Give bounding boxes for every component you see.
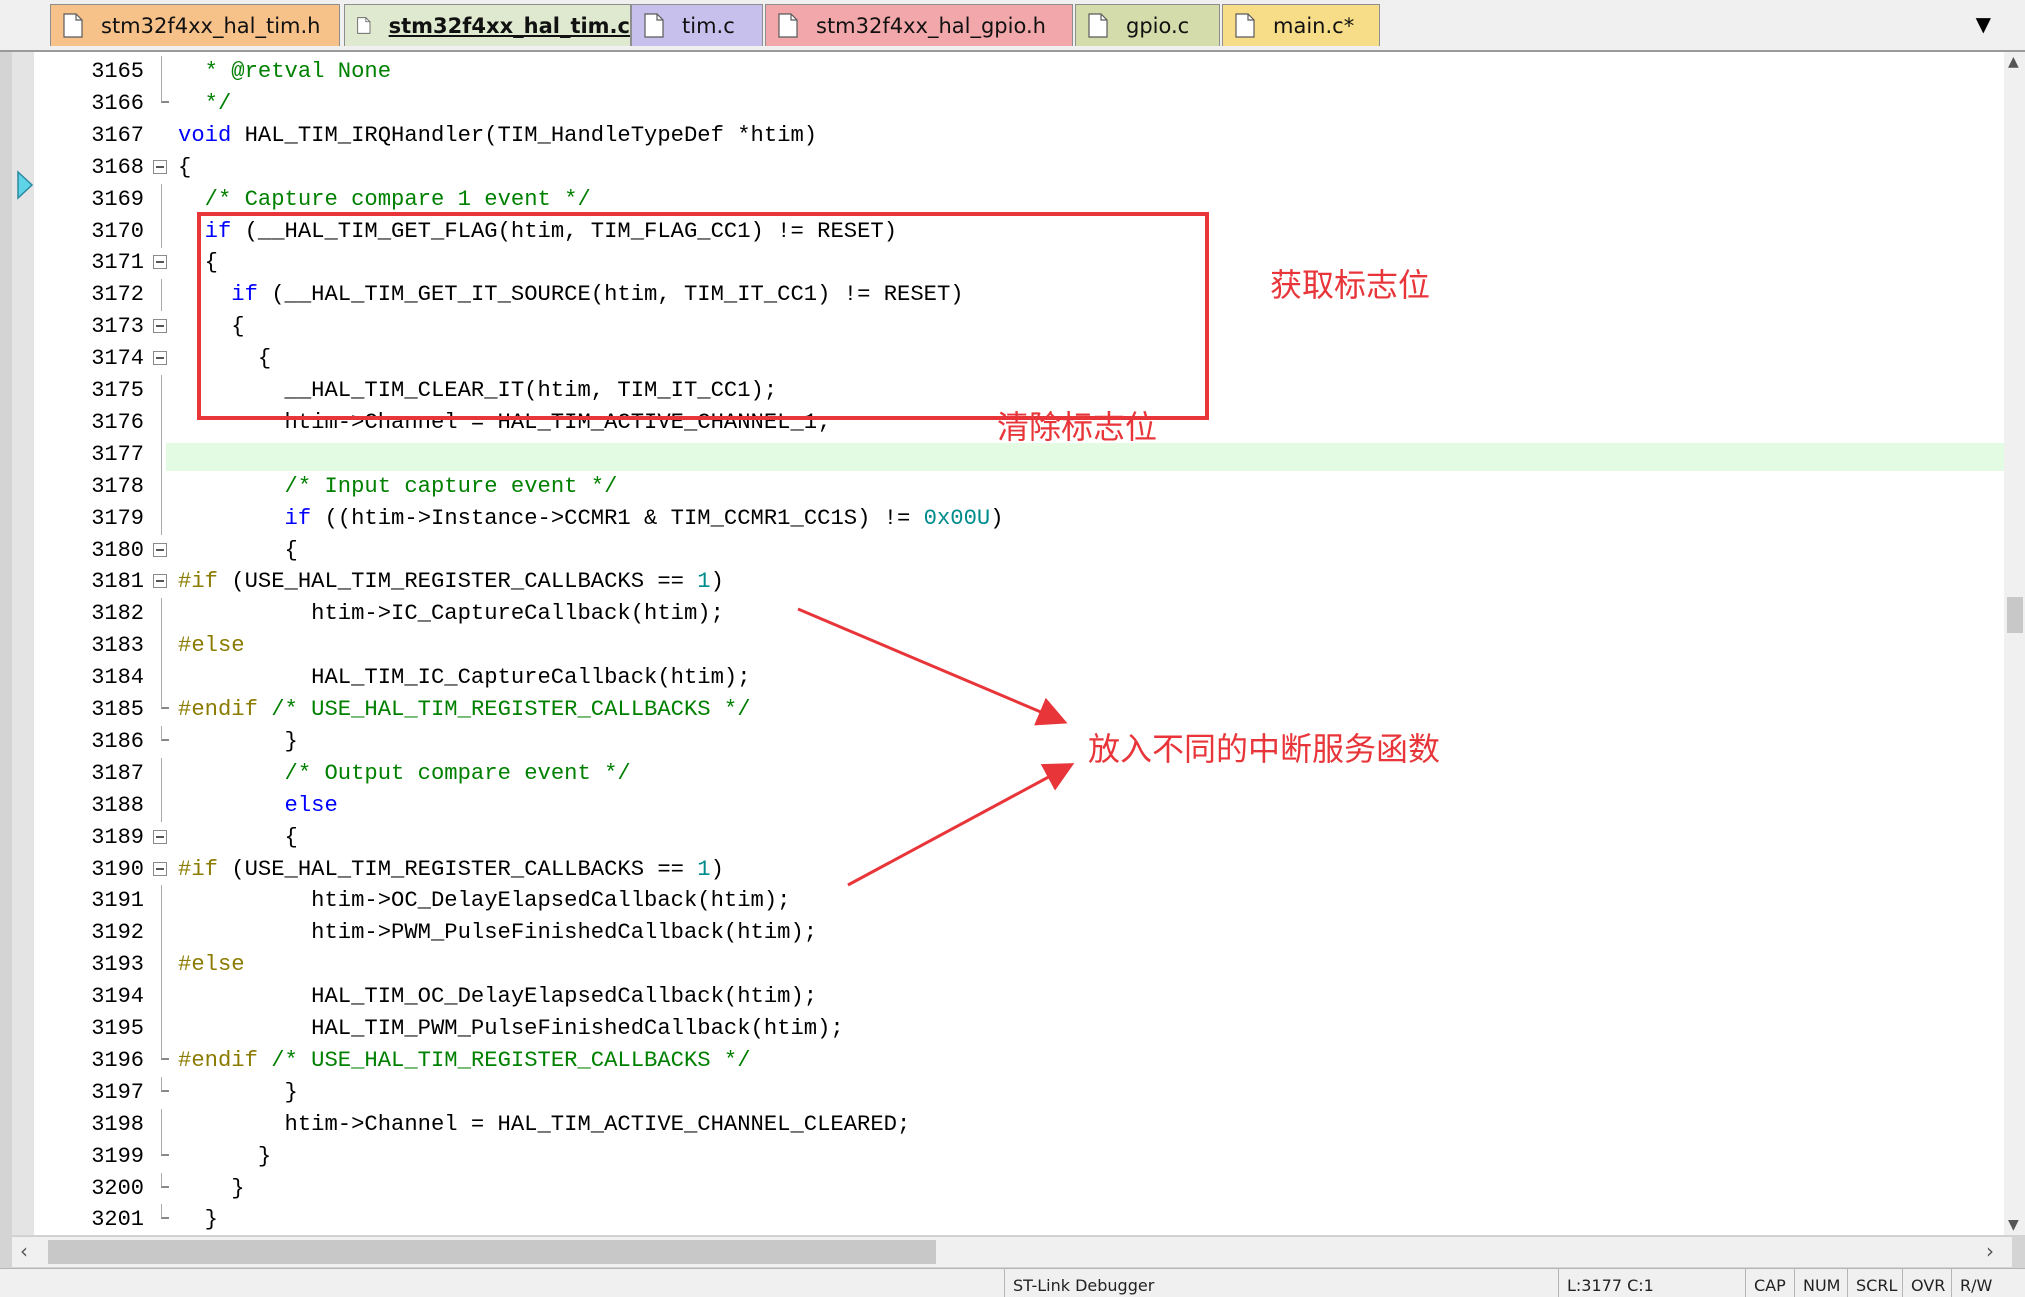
status-caps: CAP <box>1745 1269 1800 1297</box>
horizontal-scrollbar[interactable]: ‹ › <box>12 1236 2012 1267</box>
scroll-right-icon[interactable]: › <box>1986 1239 1994 1263</box>
scroll-down-icon[interactable]: ▼ <box>2008 1217 2019 1233</box>
tab-5[interactable]: main.c* <box>1222 4 1380 46</box>
vertical-scroll-thumb[interactable] <box>2007 597 2023 633</box>
tab-label: stm32f4xx_hal_tim.c <box>388 13 630 38</box>
code-editor[interactable]: 3165 * @retval None 3166 */3167 void HAL_T… <box>12 52 2012 1235</box>
tab-0[interactable]: stm32f4xx_hal_tim.h <box>50 4 340 46</box>
tab-2[interactable]: tim.c <box>631 4 763 46</box>
status-scrl: SCRL <box>1847 1269 1908 1297</box>
vertical-scrollbar[interactable]: ▲ ▼ <box>2004 52 2025 1235</box>
arrow-to-callbacks-1 <box>797 607 1068 726</box>
tab-3[interactable]: stm32f4xx_hal_gpio.h <box>765 4 1073 46</box>
tab-4[interactable]: gpio.c <box>1075 4 1220 46</box>
horizontal-scroll-thumb[interactable] <box>48 1240 936 1264</box>
file-icon <box>357 17 371 34</box>
status-debugger: ST-Link Debugger <box>1004 1269 1309 1297</box>
file-icon <box>778 13 798 38</box>
file-icon <box>63 13 83 38</box>
file-icon <box>644 13 664 38</box>
tab-label: gpio.c <box>1126 13 1190 38</box>
tab-label: main.c* <box>1273 13 1355 38</box>
tab-1[interactable]: stm32f4xx_hal_tim.c <box>344 4 631 46</box>
status-bar: ST-Link Debugger L:3177 C:1 CAP NUM SCRL… <box>0 1268 2025 1297</box>
tab-label: stm32f4xx_hal_gpio.h <box>816 13 1046 38</box>
scroll-up-icon[interactable]: ▲ <box>2008 54 2019 70</box>
tab-label: tim.c <box>682 13 735 38</box>
chevron-down-icon[interactable]: ▼ <box>1976 12 1991 36</box>
annotation-arrows <box>797 607 1075 887</box>
status-num: NUM <box>1794 1269 1853 1297</box>
status-rw: R/W <box>1951 1269 2025 1297</box>
arrow-to-callbacks-2 <box>847 763 1075 887</box>
editor-tab-bar: stm32f4xx_hal_tim.h stm32f4xx_hal_tim.c ti… <box>0 0 2025 52</box>
status-ovr: OVR <box>1902 1269 1957 1297</box>
file-icon <box>1088 13 1108 38</box>
scroll-left-icon[interactable]: ‹ <box>20 1239 28 1263</box>
tab-label: stm32f4xx_hal_tim.h <box>101 13 321 38</box>
file-icon <box>1235 13 1255 38</box>
status-position: L:3177 C:1 <box>1558 1269 1747 1297</box>
